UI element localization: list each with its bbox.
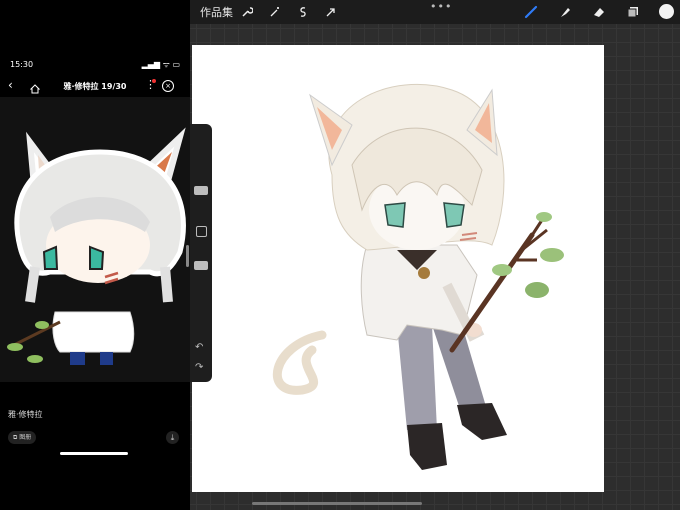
brush-icon[interactable] — [522, 3, 540, 21]
magic-wand-icon[interactable] — [266, 3, 284, 21]
download-icon[interactable]: ⤓ — [166, 431, 179, 444]
more-dots-icon[interactable]: ••• — [430, 0, 452, 13]
layers-icon[interactable] — [624, 3, 642, 21]
eraser-icon[interactable] — [590, 3, 608, 21]
phone-navbar: ‹ 雅·修特拉 19/30 ⋮ × — [0, 76, 190, 96]
undo-icon[interactable]: ↶ — [195, 342, 203, 353]
phone-viewer: 15:30 ▂▄▆ ᯤ ▭ ‹ 雅·修特拉 19/30 ⋮ × 雅·修特拉 ⧉ … — [0, 0, 190, 510]
reference-image[interactable] — [0, 97, 190, 382]
brush-size-slider[interactable] — [194, 186, 208, 195]
opacity-slider[interactable] — [194, 261, 208, 270]
square-icon[interactable] — [196, 226, 207, 237]
procreate-sidebar: ↶ ↷ — [190, 124, 212, 382]
close-icon[interactable]: × — [162, 80, 174, 92]
album-chip[interactable]: ⧉ 图册 — [8, 431, 37, 444]
album-label: 图册 — [19, 434, 32, 441]
ipad-home-indicator — [252, 502, 422, 505]
gallery-button[interactable]: 作品集 — [200, 4, 233, 20]
notification-dot — [152, 79, 156, 83]
drawing-canvas[interactable] — [192, 45, 604, 492]
top-toolbar: 作品集 ••• — [190, 0, 680, 24]
status-icons: ▂▄▆ ᯤ ▭ — [141, 60, 180, 69]
selection-icon[interactable] — [294, 3, 312, 21]
transform-arrow-icon[interactable] — [322, 3, 340, 21]
split-view-divider[interactable] — [186, 245, 189, 267]
home-indicator — [60, 452, 128, 455]
redo-icon[interactable]: ↷ — [195, 362, 203, 373]
smudge-icon[interactable] — [556, 3, 574, 21]
wrench-icon[interactable] — [238, 3, 256, 21]
image-caption: 雅·修特拉 — [8, 410, 43, 419]
sketch-drawing — [272, 83, 564, 470]
status-time: 15:30 — [10, 60, 34, 69]
color-picker[interactable] — [659, 4, 674, 19]
